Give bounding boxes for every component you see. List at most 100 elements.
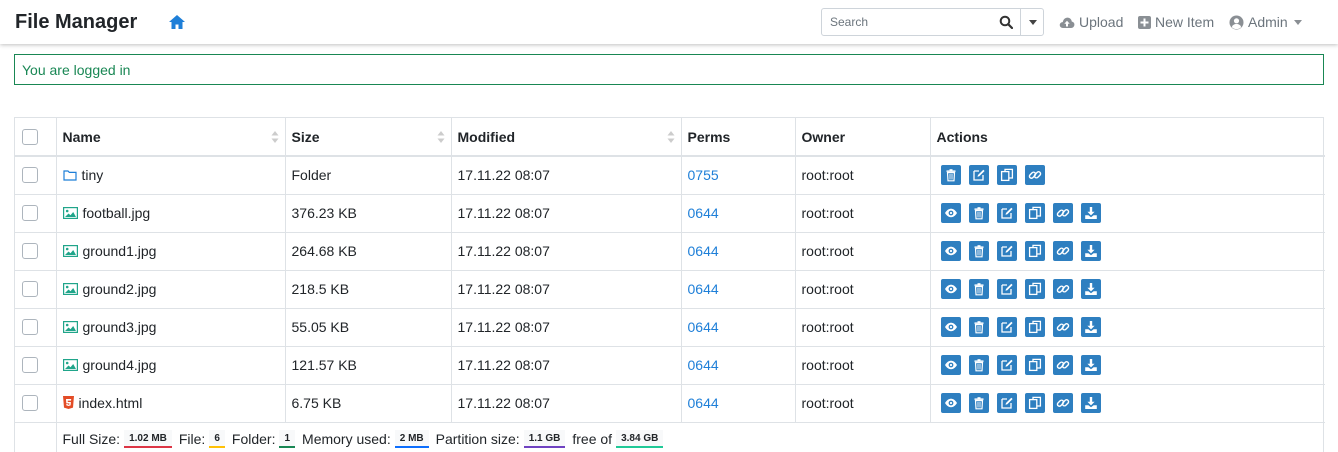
download-button[interactable] (1080, 355, 1101, 375)
file-perms-link[interactable]: 0755 (688, 167, 719, 183)
table-row[interactable]: tiny Folder 17.11.22 08:07 0755 root:roo… (15, 156, 1325, 195)
table-row[interactable]: ground2.jpg 218.5 KB 17.11.22 08:07 0644… (15, 270, 1325, 309)
copy-button[interactable] (1024, 355, 1045, 375)
image-icon (62, 283, 78, 295)
copy-button[interactable] (1024, 241, 1045, 261)
upload-link[interactable]: Upload (1059, 14, 1123, 30)
delete-button[interactable] (968, 241, 989, 261)
delete-button[interactable] (968, 203, 989, 223)
file-name-link[interactable]: tiny (82, 167, 104, 183)
file-name-link[interactable]: ground3.jpg (83, 319, 157, 335)
home-icon[interactable] (168, 14, 186, 30)
delete-button[interactable] (968, 279, 989, 299)
file-owner: root:root (795, 270, 931, 309)
rename-button[interactable] (968, 165, 989, 186)
new-item-link[interactable]: New Item (1138, 14, 1214, 30)
view-button[interactable] (940, 241, 961, 261)
copy-button[interactable] (1024, 317, 1045, 337)
file-perms-cell: 0644 (681, 270, 796, 309)
download-button[interactable] (1080, 241, 1101, 261)
column-header-modified[interactable]: Modified (451, 118, 682, 157)
column-header-name[interactable]: Name (56, 118, 286, 157)
table-row[interactable]: ground1.jpg 264.68 KB 17.11.22 08:07 064… (15, 232, 1325, 271)
memory-badge: 2 MB (394, 430, 429, 448)
view-button[interactable] (940, 355, 961, 375)
view-button[interactable] (940, 279, 961, 299)
rename-button[interactable] (996, 393, 1017, 413)
row-select-cell (15, 308, 57, 347)
login-alert: You are logged in (14, 54, 1324, 85)
file-size: 121.57 KB (285, 346, 452, 385)
row-checkbox[interactable] (22, 395, 38, 411)
delete-button[interactable] (968, 317, 989, 337)
view-button[interactable] (940, 317, 961, 337)
table-row[interactable]: ground4.jpg 121.57 KB 17.11.22 08:07 064… (15, 346, 1325, 385)
file-perms-link[interactable]: 0644 (688, 205, 719, 221)
row-checkbox[interactable] (22, 243, 38, 259)
download-button[interactable] (1080, 393, 1101, 413)
link-icon (1056, 282, 1070, 296)
file-perms-link[interactable]: 0644 (688, 243, 719, 259)
view-button[interactable] (940, 203, 961, 223)
row-checkbox[interactable] (22, 205, 38, 221)
file-perms-link[interactable]: 0644 (688, 357, 719, 373)
app-title[interactable]: File Manager (15, 11, 137, 34)
rename-button[interactable] (996, 317, 1017, 337)
row-checkbox[interactable] (22, 167, 38, 184)
link-icon (1056, 244, 1070, 258)
row-checkbox[interactable] (22, 281, 38, 297)
file-owner: root:root (795, 308, 931, 347)
delete-button[interactable] (940, 165, 961, 186)
file-name-link[interactable]: ground4.jpg (83, 357, 157, 373)
delete-button[interactable] (968, 355, 989, 375)
footer-stats: Full Size: 1.02 MB File: 6 Folder: 1 Mem… (63, 430, 1320, 448)
table-row[interactable]: football.jpg 376.23 KB 17.11.22 08:07 06… (15, 194, 1325, 233)
direct-link-button[interactable] (1052, 279, 1073, 299)
search-dropdown-button[interactable] (1020, 9, 1044, 35)
direct-link-button[interactable] (1052, 203, 1073, 223)
trash-icon (972, 282, 986, 296)
file-name-link[interactable]: ground2.jpg (83, 281, 157, 297)
direct-link-button[interactable] (1052, 393, 1073, 413)
delete-button[interactable] (968, 393, 989, 413)
rename-button[interactable] (996, 279, 1017, 299)
row-select-cell (15, 346, 57, 385)
file-name-link[interactable]: football.jpg (83, 205, 151, 221)
download-button[interactable] (1080, 317, 1101, 337)
direct-link-button[interactable] (1052, 355, 1073, 375)
footer-stats-cell: Full Size: 1.02 MB File: 6 Folder: 1 Mem… (56, 422, 1325, 452)
copy-button[interactable] (1024, 393, 1045, 413)
direct-link-button[interactable] (1052, 241, 1073, 261)
download-icon (1084, 396, 1098, 410)
direct-link-button[interactable] (1052, 317, 1073, 337)
copy-button[interactable] (996, 165, 1017, 186)
table-row[interactable]: ground3.jpg 55.05 KB 17.11.22 08:07 0644… (15, 308, 1325, 347)
row-checkbox[interactable] (22, 357, 38, 373)
new-item-label: New Item (1155, 14, 1215, 30)
rename-button[interactable] (996, 355, 1017, 375)
column-header-size[interactable]: Size (285, 118, 452, 157)
file-perms-cell: 0644 (681, 232, 796, 271)
file-owner: root:root (795, 346, 931, 385)
copy-button[interactable] (1024, 203, 1045, 223)
row-checkbox[interactable] (22, 319, 38, 335)
select-all-checkbox[interactable] (22, 128, 38, 145)
user-menu[interactable]: Admin (1229, 14, 1302, 30)
file-perms-link[interactable]: 0644 (688, 395, 719, 411)
download-button[interactable] (1080, 203, 1101, 223)
file-perms-cell: 0644 (681, 194, 796, 233)
download-button[interactable] (1080, 279, 1101, 299)
file-name-link[interactable]: ground1.jpg (83, 243, 157, 259)
file-perms-link[interactable]: 0644 (688, 319, 719, 335)
table-row[interactable]: index.html 6.75 KB 17.11.22 08:07 0644 r… (15, 384, 1325, 423)
search-button[interactable] (992, 9, 1020, 35)
rename-button[interactable] (996, 203, 1017, 223)
search-input[interactable] (822, 9, 994, 35)
direct-link-button[interactable] (1024, 165, 1045, 186)
rename-button[interactable] (996, 241, 1017, 261)
file-perms-link[interactable]: 0644 (688, 281, 719, 297)
copy-button[interactable] (1024, 279, 1045, 299)
file-name-link[interactable]: index.html (79, 395, 143, 411)
view-button[interactable] (940, 393, 961, 413)
caret-down-icon (1028, 19, 1037, 25)
